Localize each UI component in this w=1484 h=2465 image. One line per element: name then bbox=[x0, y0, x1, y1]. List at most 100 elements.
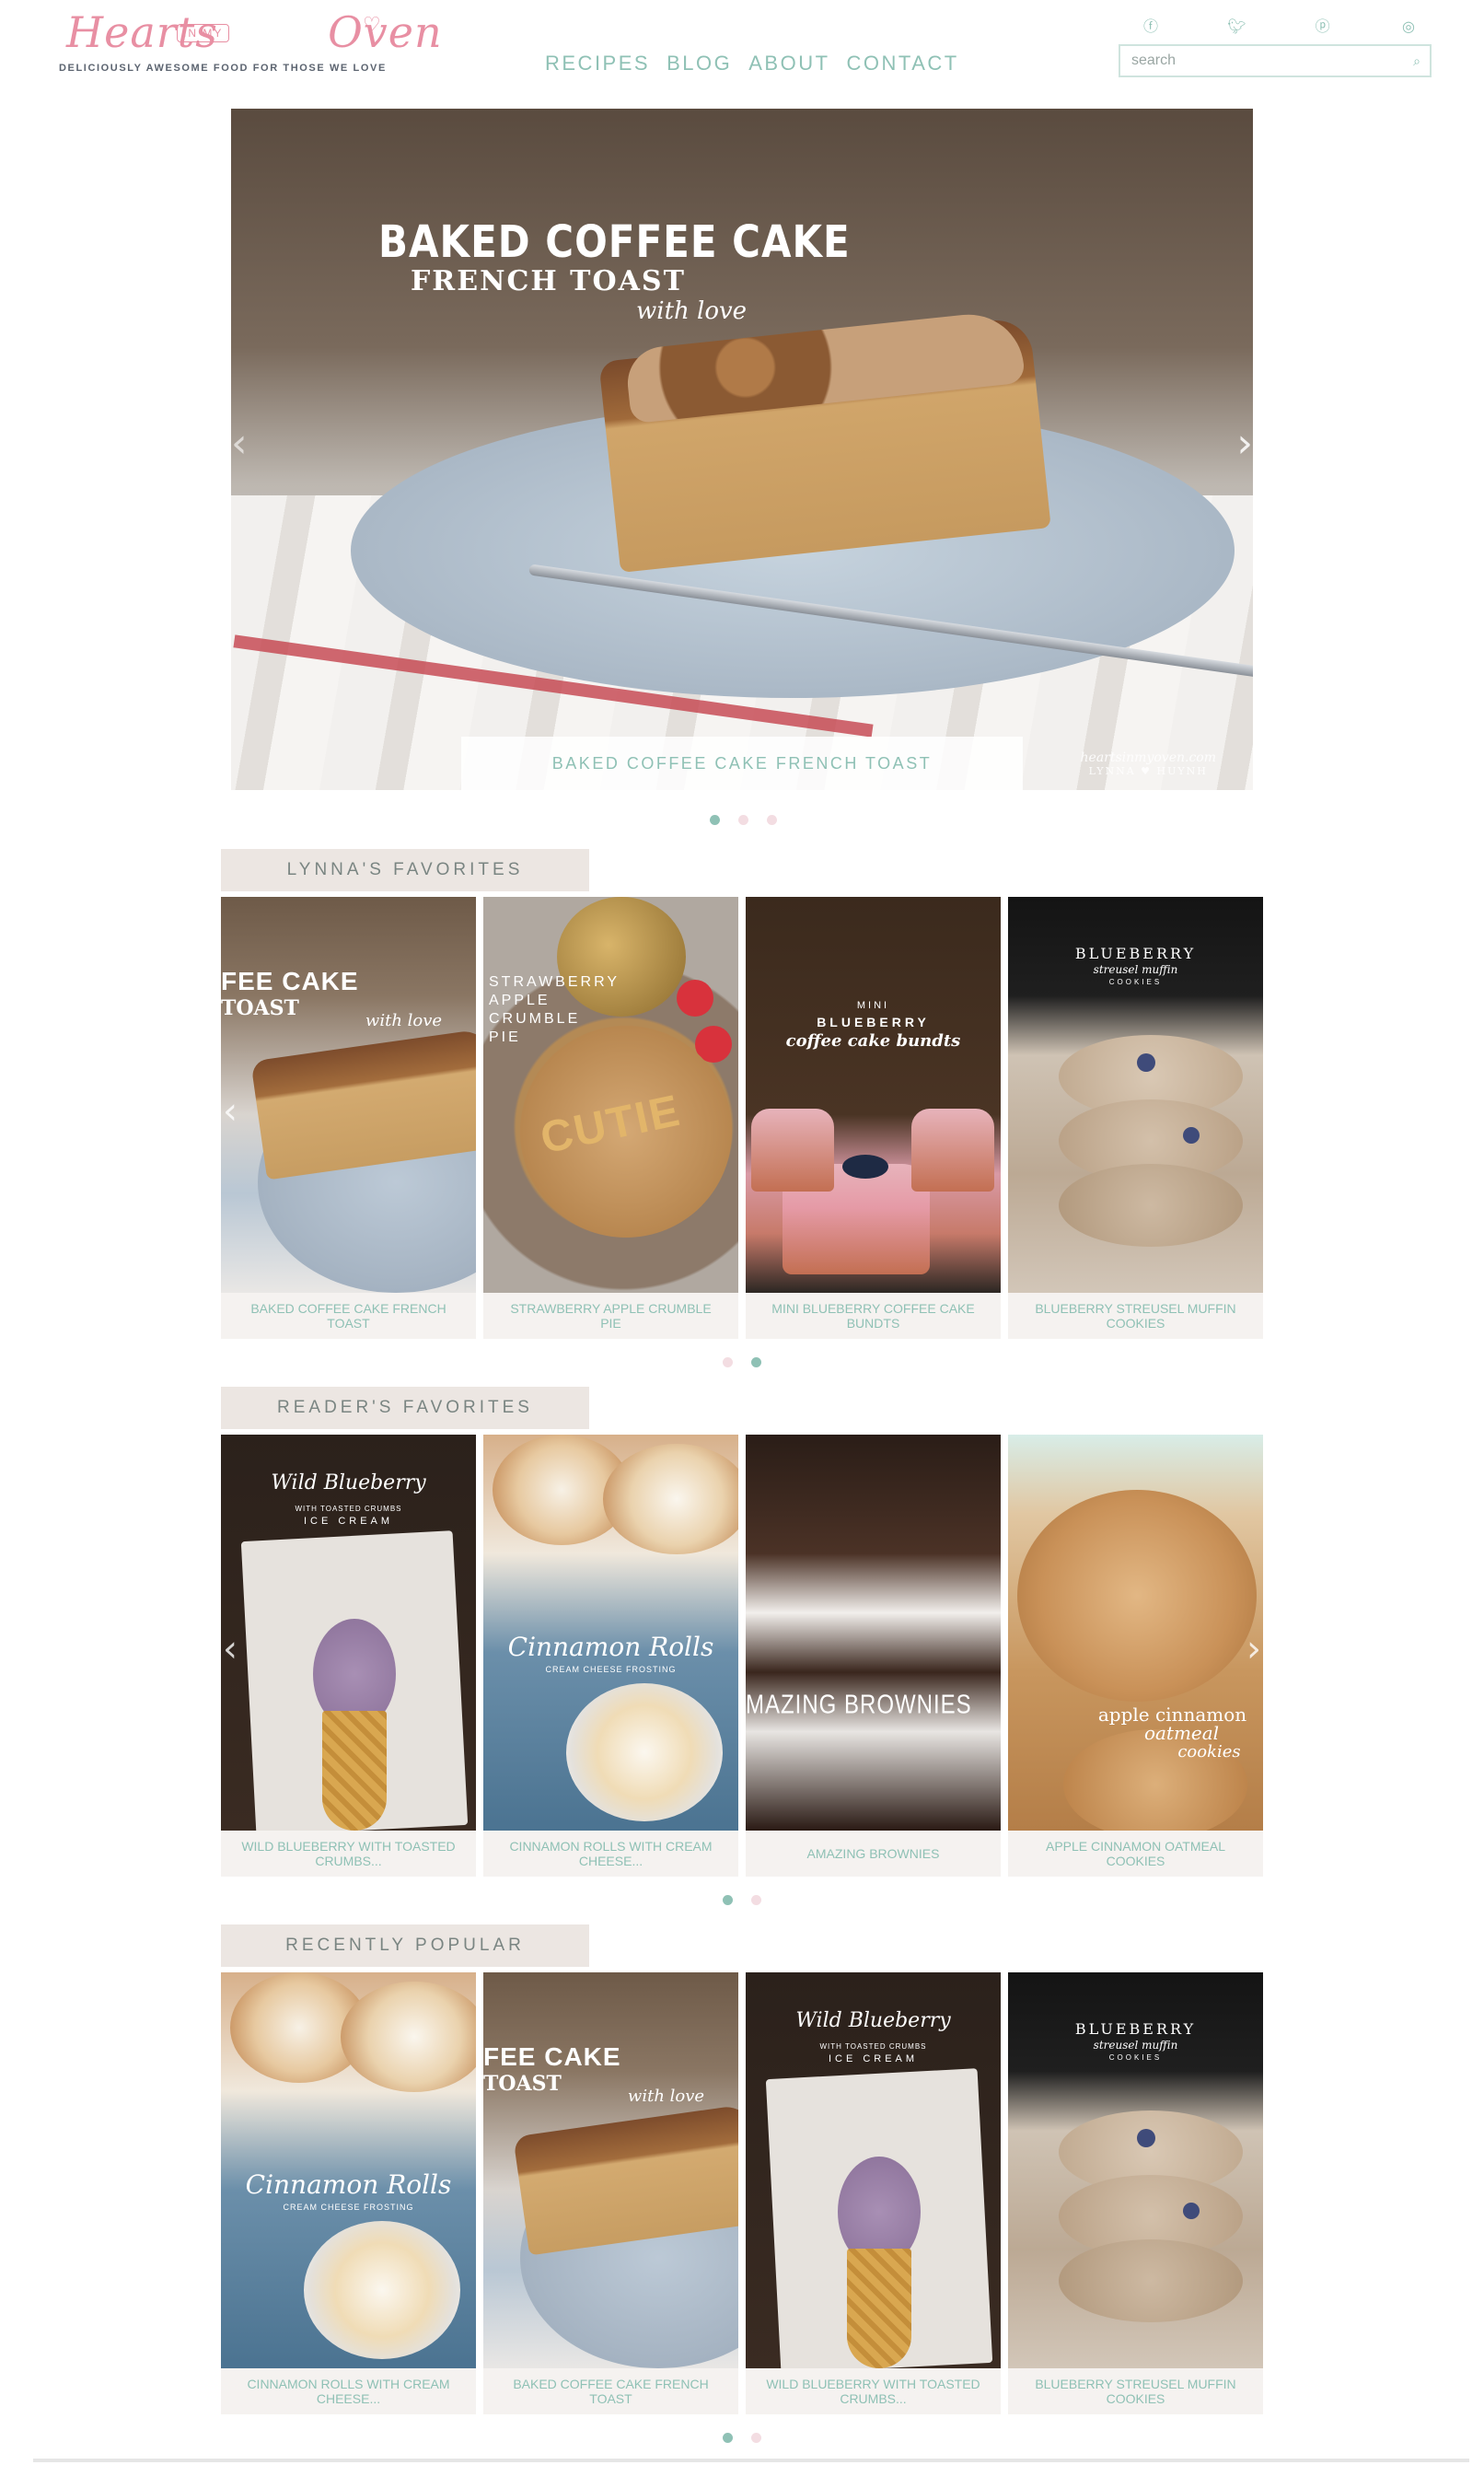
recipe-card-image[interactable]: Wild Blueberry WITH TOASTED CRUMBS ICE C… bbox=[746, 1972, 1001, 2374]
pinterest-icon[interactable]: ⓟ bbox=[1314, 18, 1332, 37]
recipe-card-title[interactable]: STRAWBERRY APPLE CRUMBLE PIE bbox=[483, 1293, 738, 1339]
search-icon[interactable]: ⌕ bbox=[1413, 53, 1420, 69]
hero-prev-arrow-icon[interactable]: ‹ bbox=[231, 420, 248, 467]
recipe-card-image[interactable]: Cinnamon Rolls CREAM CHEESE FROSTING bbox=[221, 1972, 476, 2368]
card-overlay-line2: WITH TOASTED CRUMBS bbox=[295, 1505, 402, 1513]
section-title: LYNNA'S FAVORITES bbox=[221, 849, 589, 891]
recipe-card[interactable]: apple cinnamon oatmeal cookies APPLE CIN… bbox=[1008, 1435, 1263, 1877]
hero-dot-3[interactable] bbox=[767, 815, 777, 825]
card-overlay-line3: cookies bbox=[1177, 1742, 1241, 1762]
nav-about[interactable]: ABOUT bbox=[748, 52, 829, 76]
recipe-card[interactable]: Wild Blueberry WITH TOASTED CRUMBS ICE C… bbox=[221, 1435, 476, 1877]
recipe-card-title[interactable]: BLUEBERRY STREUSEL MUFFIN COOKIES bbox=[1008, 2368, 1263, 2414]
recipe-card[interactable]: FEE CAKE TOAST with love BAKED COFFEE CA… bbox=[483, 1972, 738, 2414]
recipe-card-image[interactable]: BLUEBERRY streusel muffin COOKIES bbox=[1008, 1972, 1263, 2368]
search-box: ⌕ bbox=[1119, 44, 1432, 77]
card-overlay-line2: WITH TOASTED CRUMBS bbox=[819, 2042, 927, 2051]
logo-tagline: DELICIOUSLY AWESOME FOOD FOR THOSE WE LO… bbox=[59, 63, 387, 74]
recipe-card-title[interactable]: BLUEBERRY STREUSEL MUFFIN COOKIES bbox=[1008, 1293, 1263, 1339]
card-overlay-line2: streusel muffin bbox=[1093, 963, 1178, 976]
hero-title-line2: FRENCH TOAST bbox=[411, 265, 686, 297]
recipe-card[interactable]: MAZING BROWNIES AMAZING BROWNIES bbox=[746, 1435, 1001, 1877]
hero-watermark-author: LYNNA ♥ HUYNH bbox=[1088, 765, 1208, 777]
recipe-card-image[interactable]: STRAWBERRY APPLE CRUMBLE PIE CUTIE bbox=[483, 897, 738, 1293]
recipe-card-title[interactable]: WILD BLUEBERRY WITH TOASTED CRUMBS... bbox=[221, 1831, 476, 1877]
card-overlay-line3: with love bbox=[365, 1011, 443, 1030]
card-overlay-line3: COOKIES bbox=[1108, 978, 1163, 986]
recipe-card[interactable]: Cinnamon Rolls CREAM CHEESE FROSTING CIN… bbox=[483, 1435, 738, 1877]
recipe-card-image[interactable]: Cinnamon Rolls CREAM CHEESE FROSTING bbox=[483, 1435, 738, 1831]
site-header: Hearts Oven IN MY ♡ DELICIOUSLY AWESOME … bbox=[0, 0, 1484, 101]
recipe-card[interactable]: MINI BLUEBERRY coffee cake bundts MINI B… bbox=[746, 897, 1001, 1339]
card-overlay-line3: ICE CREAM bbox=[303, 1516, 394, 1527]
search-input[interactable] bbox=[1120, 46, 1387, 76]
recipe-card-image[interactable]: MAZING BROWNIES bbox=[746, 1435, 1001, 1831]
recipe-card-image[interactable]: FEE CAKE TOAST with love bbox=[221, 897, 476, 1293]
hero-dots bbox=[710, 815, 777, 825]
carousel-dot[interactable] bbox=[751, 1357, 761, 1367]
recipe-card-title[interactable]: AMAZING BROWNIES bbox=[746, 1831, 1001, 1877]
hero-slider[interactable]: BAKED COFFEE CAKE FRENCH TOAST with love… bbox=[231, 109, 1253, 790]
recipe-section: RECENTLY POPULAR Cinnamon Rolls CREAM CH… bbox=[221, 1924, 1263, 2440]
hero-title-line1: BAKED COFFEE CAKE bbox=[378, 215, 851, 268]
instagram-icon[interactable]: ◎ bbox=[1399, 18, 1418, 37]
card-overlay-line1: Wild Blueberry bbox=[795, 2009, 951, 2032]
recipe-section: LYNNA'S FAVORITES FEE CAKE TOAST with lo… bbox=[221, 849, 1263, 1365]
hero-signature: with love bbox=[636, 297, 748, 325]
social-links: ⓕ 🐦︎ ⓟ ◎ bbox=[1142, 18, 1418, 37]
facebook-icon[interactable]: ⓕ bbox=[1142, 18, 1160, 37]
recipe-card[interactable]: BLUEBERRY streusel muffin COOKIES BLUEBE… bbox=[1008, 897, 1263, 1339]
card-overlay-line1: BLUEBERRY bbox=[1074, 945, 1197, 962]
recipe-card-title[interactable]: APPLE CINNAMON OATMEAL COOKIES bbox=[1008, 1831, 1263, 1877]
recipe-card-title[interactable]: BAKED COFFEE CAKE FRENCH TOAST bbox=[221, 1293, 476, 1339]
recipe-card-title[interactable]: BAKED COFFEE CAKE FRENCH TOAST bbox=[483, 2368, 738, 2414]
recipe-card[interactable]: BLUEBERRY streusel muffin COOKIES BLUEBE… bbox=[1008, 1972, 1263, 2414]
logo-in-my: IN MY bbox=[177, 24, 230, 42]
recipe-card[interactable]: STRAWBERRY APPLE CRUMBLE PIE CUTIE STRAW… bbox=[483, 897, 738, 1339]
hero-dot-2[interactable] bbox=[738, 815, 748, 825]
card-overlay-line1: STRAWBERRY bbox=[489, 974, 620, 990]
hero-dot-1[interactable] bbox=[710, 815, 720, 825]
card-overlay-line1: Cinnamon Rolls bbox=[245, 2169, 452, 2200]
carousel-dot[interactable] bbox=[723, 1895, 733, 1905]
carousel-dot[interactable] bbox=[723, 2433, 733, 2443]
card-overlay-line2: oatmeal bbox=[1143, 1722, 1220, 1744]
recipe-card-image[interactable]: MINI BLUEBERRY coffee cake bundts bbox=[746, 897, 1001, 1293]
card-overlay-line3: with love bbox=[627, 2087, 705, 2106]
logo-wordmark: Hearts Oven bbox=[66, 7, 443, 57]
recipe-card-title[interactable]: CINNAMON ROLLS WITH CREAM CHEESE... bbox=[483, 1831, 738, 1877]
hero-next-arrow-icon[interactable]: › bbox=[1236, 420, 1253, 467]
recipe-card[interactable]: FEE CAKE TOAST with love BAKED COFFEE CA… bbox=[221, 897, 476, 1339]
recipe-card-image[interactable]: Wild Blueberry WITH TOASTED CRUMBS ICE C… bbox=[221, 1435, 476, 1836]
logo-heart-icon: ♡ bbox=[363, 13, 381, 36]
nav-recipes[interactable]: RECIPES bbox=[545, 52, 650, 76]
recipe-card[interactable]: Wild Blueberry WITH TOASTED CRUMBS ICE C… bbox=[746, 1972, 1001, 2414]
site-logo[interactable]: Hearts Oven IN MY ♡ DELICIOUSLY AWESOME … bbox=[59, 7, 442, 76]
recipe-card-title[interactable]: WILD BLUEBERRY WITH TOASTED CRUMBS... bbox=[746, 2368, 1001, 2414]
recipe-card-title[interactable]: MINI BLUEBERRY COFFEE CAKE BUNDTS bbox=[746, 1293, 1001, 1339]
card-overlay-line2: CREAM CHEESE FROSTING bbox=[545, 1665, 677, 1674]
carousel-prev-arrow-icon[interactable]: ‹ bbox=[223, 1628, 238, 1670]
carousel-dot[interactable] bbox=[723, 1357, 733, 1367]
carousel-dots bbox=[723, 1895, 761, 1905]
main-nav: RECIPES BLOG ABOUT CONTACT bbox=[545, 52, 959, 76]
carousel-next-arrow-icon[interactable]: › bbox=[1246, 1628, 1261, 1670]
recipe-carousel: Wild Blueberry WITH TOASTED CRUMBS ICE C… bbox=[221, 1435, 1263, 1877]
carousel-dots bbox=[723, 2433, 761, 2443]
recipe-card[interactable]: Cinnamon Rolls CREAM CHEESE FROSTING CIN… bbox=[221, 1972, 476, 2414]
recipe-card-image[interactable]: BLUEBERRY streusel muffin COOKIES bbox=[1008, 897, 1263, 1293]
recipe-card-image[interactable]: apple cinnamon oatmeal cookies bbox=[1008, 1435, 1263, 1840]
carousel-dot[interactable] bbox=[751, 2433, 761, 2443]
card-overlay-line2: streusel muffin bbox=[1093, 2039, 1178, 2052]
card-overlay-line3: COOKIES bbox=[1108, 2053, 1163, 2062]
recipe-card-title[interactable]: CINNAMON ROLLS WITH CREAM CHEESE... bbox=[221, 2368, 476, 2414]
nav-contact[interactable]: CONTACT bbox=[847, 52, 959, 76]
carousel-prev-arrow-icon[interactable]: ‹ bbox=[223, 1090, 238, 1133]
hero-caption[interactable]: BAKED COFFEE CAKE FRENCH TOAST bbox=[461, 737, 1023, 790]
card-overlay-line1: FEE CAKE bbox=[221, 967, 359, 995]
card-overlay-line1: MAZING BROWNIES bbox=[746, 1690, 972, 1720]
carousel-dot[interactable] bbox=[751, 1895, 761, 1905]
twitter-icon[interactable]: 🐦︎ bbox=[1227, 18, 1246, 37]
recipe-card-image[interactable]: FEE CAKE TOAST with love bbox=[483, 1972, 738, 2368]
nav-blog[interactable]: BLOG bbox=[667, 52, 732, 76]
